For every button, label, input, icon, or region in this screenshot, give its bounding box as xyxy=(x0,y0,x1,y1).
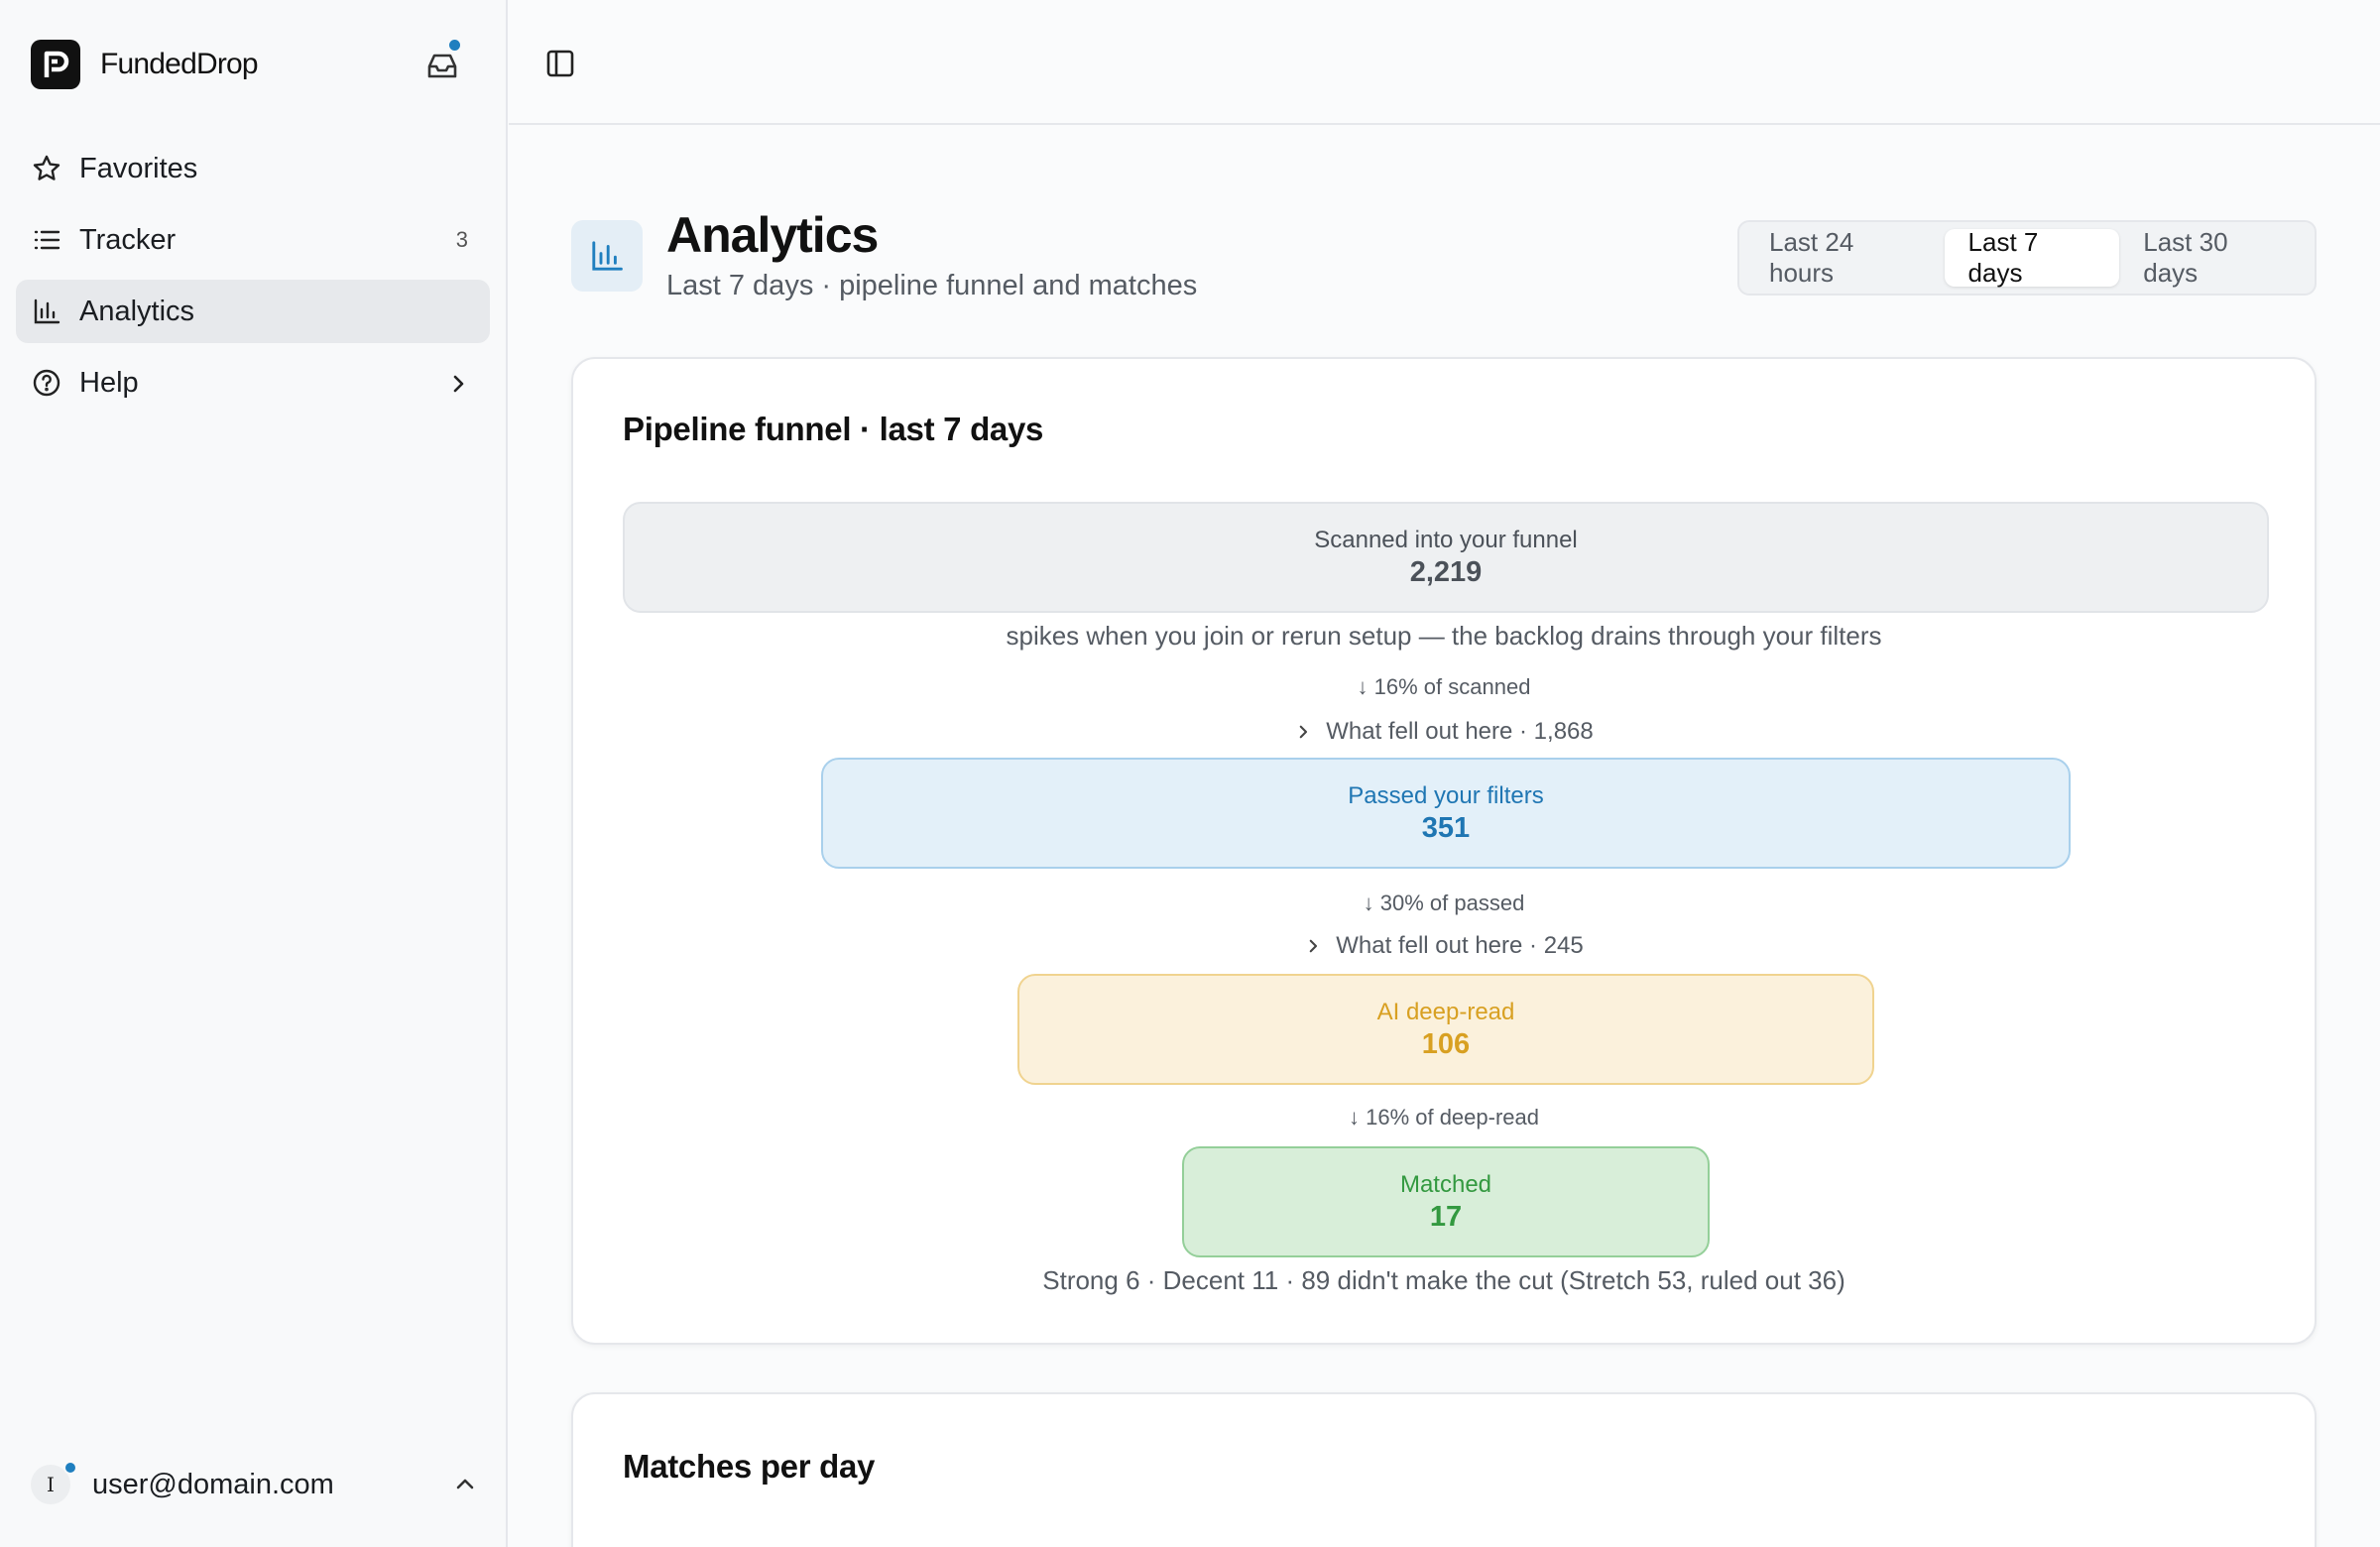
range-7d-button[interactable]: Last 7 days xyxy=(1944,227,2120,288)
range-30d-button[interactable]: Last 30 days xyxy=(2119,227,2309,288)
brand-name: FundedDrop xyxy=(100,48,259,80)
chevron-right-icon xyxy=(1309,939,1318,953)
analytics-icon xyxy=(571,220,643,292)
sidebar-item-label: Analytics xyxy=(79,295,195,327)
page-title: Analytics xyxy=(666,207,879,263)
top-bar xyxy=(509,0,2380,125)
avatar: I xyxy=(31,1461,77,1504)
fundeddrop-logo xyxy=(31,40,80,89)
scanned-note: spikes when you join or rerun setup — th… xyxy=(1006,621,1882,651)
conversion-scanned: ↓ 16% of scanned xyxy=(1357,674,1531,699)
inbox-button[interactable] xyxy=(422,40,462,85)
chevron-up-icon xyxy=(453,1473,477,1501)
stage-label: AI deep-read xyxy=(1376,998,1515,1025)
fell-out-toggle-2[interactable]: What fell out here · 245 xyxy=(573,932,2315,960)
conversion-passed: ↓ 30% of passed xyxy=(1363,891,1525,915)
sidebar-item-label: Favorites xyxy=(79,152,198,184)
stage-value: 351 xyxy=(1421,811,1471,844)
time-range-selector: Last 24 hours Last 7 days Last 30 days xyxy=(1737,220,2317,296)
avatar-initial: I xyxy=(47,1473,55,1496)
matches-title: Matches per day xyxy=(623,1448,876,1485)
tracker-count-badge: 3 xyxy=(455,227,468,252)
chevron-right-icon xyxy=(446,371,470,404)
bar-chart-icon xyxy=(32,297,61,326)
pipeline-funnel-card: Pipeline funnel · last 7 days Scanned in… xyxy=(571,357,2317,1345)
chevron-right-icon xyxy=(1299,725,1308,739)
notification-dot xyxy=(63,1461,77,1475)
stage-value: 2,219 xyxy=(1409,555,1483,588)
sidebar-toggle-icon xyxy=(546,50,574,77)
range-24h-button[interactable]: Last 24 hours xyxy=(1745,227,1945,288)
sidebar-nav: Favorites Tracker 3 Analytics Help xyxy=(16,137,490,422)
funnel-stage-scanned: Scanned into your funnel 2,219 xyxy=(623,502,2269,613)
stage-value: 106 xyxy=(1421,1027,1471,1060)
sidebar-item-analytics[interactable]: Analytics xyxy=(16,280,490,343)
sidebar: FundedDrop Favorites Tracker 3 Analytics… xyxy=(0,0,508,1547)
sidebar-item-label: Tracker xyxy=(79,223,177,256)
fell-out-label: What fell out here · 1,868 xyxy=(1326,718,1594,745)
sidebar-item-tracker[interactable]: Tracker 3 xyxy=(16,208,490,272)
sidebar-item-label: Help xyxy=(79,366,139,399)
help-circle-icon xyxy=(32,368,61,398)
stage-label: Matched xyxy=(1399,1170,1492,1198)
star-icon xyxy=(32,154,61,183)
user-email: user@domain.com xyxy=(92,1468,334,1500)
stage-label: Scanned into your funnel xyxy=(1314,526,1578,553)
sidebar-item-help[interactable]: Help xyxy=(16,351,490,415)
brand[interactable]: FundedDrop xyxy=(31,40,259,89)
sidebar-item-favorites[interactable]: Favorites xyxy=(16,137,490,200)
page-subtitle: Last 7 days · pipeline funnel and matche… xyxy=(666,270,1198,301)
sidebar-toggle-button[interactable] xyxy=(542,46,578,81)
user-menu[interactable]: I user@domain.com xyxy=(31,1460,477,1509)
funnel-stage-deep-read: AI deep-read 106 xyxy=(1017,974,1874,1085)
funnel-stage-matched: Matched 17 xyxy=(1182,1146,1710,1257)
inbox-icon xyxy=(427,54,457,78)
funnel-stage-passed: Passed your filters 351 xyxy=(821,758,2071,869)
conversion-deep-read: ↓ 16% of deep-read xyxy=(1348,1105,1540,1130)
funnel-title: Pipeline funnel · last 7 days xyxy=(623,411,1044,447)
fell-out-label: What fell out here · 245 xyxy=(1336,932,1584,959)
stage-label: Passed your filters xyxy=(1348,781,1544,809)
list-icon xyxy=(32,225,61,255)
matches-per-day-card: Matches per day xyxy=(571,1392,2317,1547)
fell-out-toggle-1[interactable]: What fell out here · 1,868 xyxy=(573,718,2315,746)
stage-value: 17 xyxy=(1429,1200,1463,1233)
match-summary: Strong 6 · Decent 11 · 89 didn't make th… xyxy=(1042,1265,1845,1295)
notification-dot xyxy=(449,40,460,51)
